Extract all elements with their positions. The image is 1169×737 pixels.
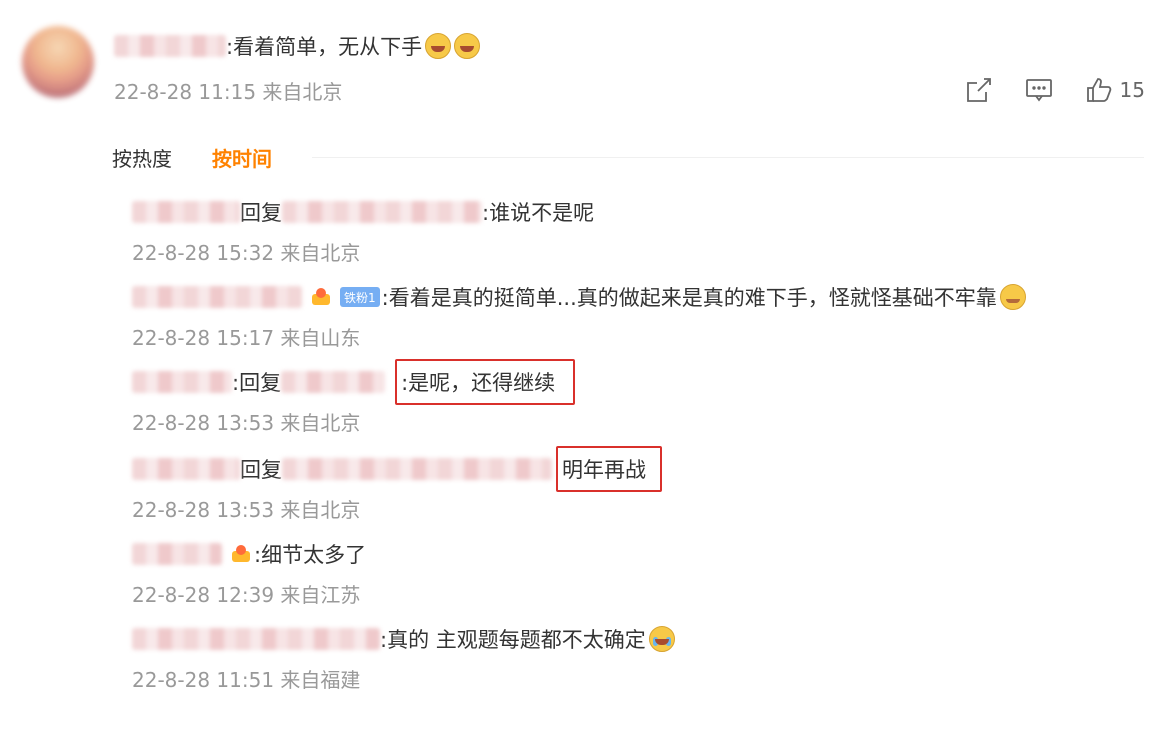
main-comment-meta: 22-8-28 11:15 来自北京 [114, 80, 343, 104]
list-item: 回复 明年再战 22-8-28 13:53 来自北京 [132, 446, 662, 523]
reply-text-line: 回复 明年再战 [132, 446, 662, 492]
sort-tabs: 按热度 按时间 [112, 142, 1144, 172]
avatar[interactable] [22, 26, 94, 98]
fan-badge: 铁粉1 [340, 287, 380, 307]
comment-icon [1025, 79, 1052, 102]
grin-emoji-icon [999, 284, 1026, 310]
tab-by-heat[interactable]: 按热度 [112, 143, 172, 172]
reply-meta: 22-8-28 13:53 来自北京 [132, 498, 361, 522]
laugh-cry-emoji-icon [425, 33, 452, 59]
reply-text-line: :细节太多了 [132, 539, 366, 569]
tab-divider [312, 156, 1144, 158]
username-blurred[interactable] [132, 286, 302, 308]
vip-crown-icon [310, 287, 332, 307]
like-button[interactable]: 15 [1084, 75, 1145, 105]
username-blurred[interactable] [114, 35, 226, 57]
username-blurred[interactable] [132, 543, 222, 565]
main-comment: :看着简单，无从下手 [114, 30, 481, 62]
reply-text: :细节太多了 [254, 543, 367, 567]
reply-text-line: :回复 :是呢，还得继续 [132, 359, 576, 405]
reply-text: 明年再战 [562, 458, 646, 482]
reply-text-line: 回复 :谁说不是呢 [132, 197, 594, 227]
reply-text: :是呢，还得继续 [401, 371, 556, 395]
reply-meta: 22-8-28 12:39 来自江苏 [132, 583, 361, 607]
like-count: 15 [1119, 78, 1145, 102]
share-button[interactable] [964, 75, 994, 105]
reply-word: 回复 [240, 201, 282, 225]
reply-meta: 22-8-28 15:32 来自北京 [132, 241, 361, 265]
vip-crown-icon [230, 544, 252, 564]
reply-text: :看着是真的挺简单...真的做起来是真的难下手，怪就怪基础不牢靠 [381, 286, 997, 310]
username-blurred[interactable] [132, 201, 240, 223]
reply-word: 回复 [240, 458, 282, 482]
thumbs-up-icon [1086, 78, 1111, 102]
comment-thread: :看着简单，无从下手 22-8-28 11:15 来自北京 15 按热度 按时间 [0, 0, 1169, 737]
reply-text-line: :真的 主观题每题都不太确定 [132, 624, 675, 654]
list-item: 回复 :谁说不是呢 22-8-28 15:32 来自北京 [132, 197, 594, 266]
username-blurred[interactable] [282, 201, 482, 223]
comment-button[interactable] [1024, 75, 1054, 105]
crying-emoji-icon [648, 626, 675, 652]
username-blurred[interactable] [132, 371, 232, 393]
username-blurred[interactable] [282, 458, 552, 480]
comment-actions: 15 [964, 75, 1145, 105]
reply-word: :回复 [232, 371, 282, 395]
reply-list: 回复 :谁说不是呢 22-8-28 15:32 来自北京 铁粉1 :看着是真的挺… [112, 184, 1152, 724]
main-comment-text: :看着简单，无从下手 [226, 35, 423, 59]
highlight-box: :是呢，还得继续 [395, 359, 576, 405]
reply-text-line: 铁粉1 :看着是真的挺简单...真的做起来是真的难下手，怪就怪基础不牢靠 [132, 282, 1026, 312]
reply-meta: 22-8-28 11:51 来自福建 [132, 668, 361, 692]
reply-meta: 22-8-28 13:53 来自北京 [132, 411, 361, 435]
laugh-cry-emoji-icon [454, 33, 481, 59]
list-item: :回复 :是呢，还得继续 22-8-28 13:53 来自北京 [132, 359, 576, 436]
reply-text: :谁说不是呢 [482, 201, 595, 225]
tab-by-time[interactable]: 按时间 [212, 143, 272, 172]
share-icon [966, 78, 991, 102]
list-item: :细节太多了 22-8-28 12:39 来自江苏 [132, 539, 366, 608]
username-blurred[interactable] [132, 458, 240, 480]
username-blurred[interactable] [281, 371, 386, 393]
reply-meta: 22-8-28 15:17 来自山东 [132, 326, 361, 350]
username-blurred[interactable] [132, 628, 380, 650]
highlight-box: 明年再战 [556, 446, 662, 492]
list-item: 铁粉1 :看着是真的挺简单...真的做起来是真的难下手，怪就怪基础不牢靠 22-… [132, 282, 1026, 351]
reply-text: :真的 主观题每题都不太确定 [380, 628, 646, 652]
list-item: :真的 主观题每题都不太确定 22-8-28 11:51 来自福建 [132, 624, 675, 693]
